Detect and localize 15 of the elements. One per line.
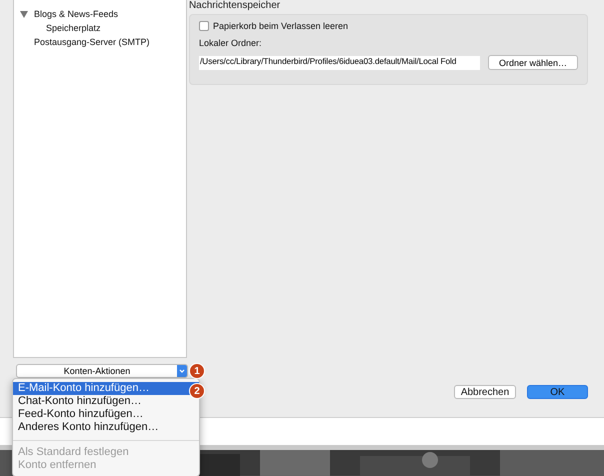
field-label: Lokaler Ordner: <box>198 38 262 48</box>
checkbox[interactable] <box>198 21 209 31</box>
menu-item[interactable]: Feed-Konto hinzufügen… <box>13 408 199 421</box>
tree-item[interactable]: Postausgang-Server (SMTP) <box>34 37 150 47</box>
ok-button[interactable]: OK <box>527 385 588 400</box>
choose-folder-button[interactable]: Ordner wählen… <box>488 55 578 70</box>
checkbox-label: Papierkorb beim Verlassen leeren <box>212 21 348 31</box>
cancel-button[interactable]: Abbrechen <box>454 385 516 400</box>
section-heading: Nachrichtenspeicher <box>188 0 282 12</box>
account-actions-button[interactable]: Konten-Aktionen <box>16 364 188 378</box>
folder-path-field[interactable]: /Users/cc/Library/Thunderbird/Profiles/6iduea03.default/Mail/Local Fold <box>198 56 480 70</box>
tree-item[interactable]: Speicherplatz <box>46 23 101 33</box>
expand-triangle-icon[interactable] <box>20 10 28 18</box>
tree-item[interactable]: Blogs & News-Feeds <box>34 9 118 19</box>
menu-item[interactable]: Anderes Konto hinzufügen… <box>13 421 199 434</box>
